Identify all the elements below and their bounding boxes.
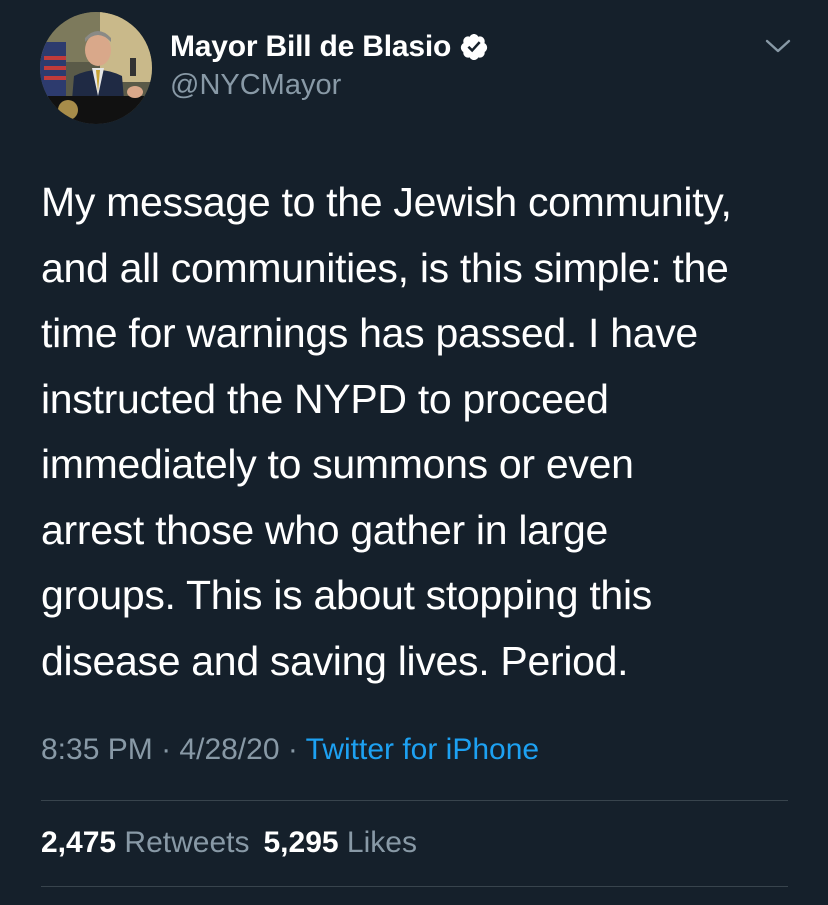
divider [41,800,788,801]
name-row: Mayor Bill de Blasio [170,27,489,67]
user-handle[interactable]: @NYCMayor [170,69,489,102]
display-name[interactable]: Mayor Bill de Blasio [170,30,451,64]
tweet-source-link[interactable]: Twitter for iPhone [306,733,539,766]
retweets-label: Retweets [124,826,250,859]
avatar-photo [40,12,152,124]
verified-badge-icon [459,32,489,62]
tweet-date[interactable]: 4/28/20 [179,733,279,766]
tweet-metadata: 8:35 PM · 4/28/20 · Twitter for iPhone [41,733,539,767]
meta-separator: · [287,733,298,766]
tweet-time: 8:35 PM [41,733,153,766]
tweet-text: My message to the Jewish community, and … [41,179,732,684]
retweets-stat[interactable]: 2,475 Retweets [41,826,249,859]
divider [41,886,788,887]
meta-separator: · [161,733,172,766]
engagement-stats: 2,475 Retweets 5,295 Likes [41,826,417,860]
likes-count: 5,295 [263,826,339,859]
avatar[interactable] [40,12,152,124]
tweet-detail: Mayor Bill de Blasio @NYCMayor My messag… [0,0,828,905]
likes-stat[interactable]: 5,295 Likes [263,826,416,859]
chevron-down-icon[interactable] [764,36,792,56]
likes-label: Likes [346,826,417,859]
author-info[interactable]: Mayor Bill de Blasio @NYCMayor [170,27,489,102]
retweets-count: 2,475 [41,826,117,859]
